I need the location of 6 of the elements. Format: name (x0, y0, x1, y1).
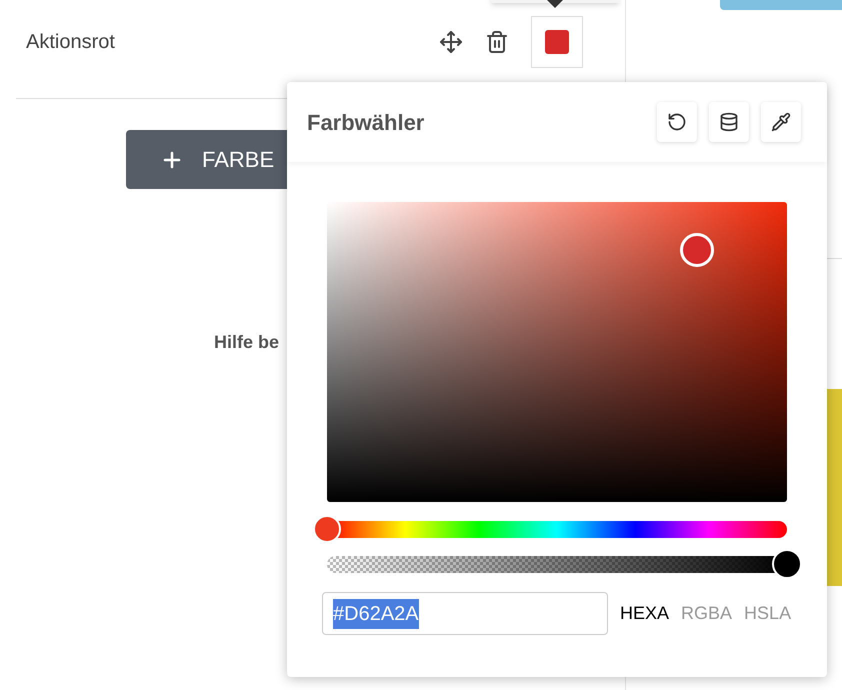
format-tab[interactable]: HSLA (744, 600, 792, 627)
format-tab[interactable]: RGBA (681, 600, 732, 627)
format-tab[interactable]: HEXA (620, 600, 670, 627)
color-name: Aktionsrot (26, 30, 116, 54)
hex-input[interactable]: #D62A2A (322, 592, 608, 635)
help-text: Hilfe be (214, 332, 280, 352)
